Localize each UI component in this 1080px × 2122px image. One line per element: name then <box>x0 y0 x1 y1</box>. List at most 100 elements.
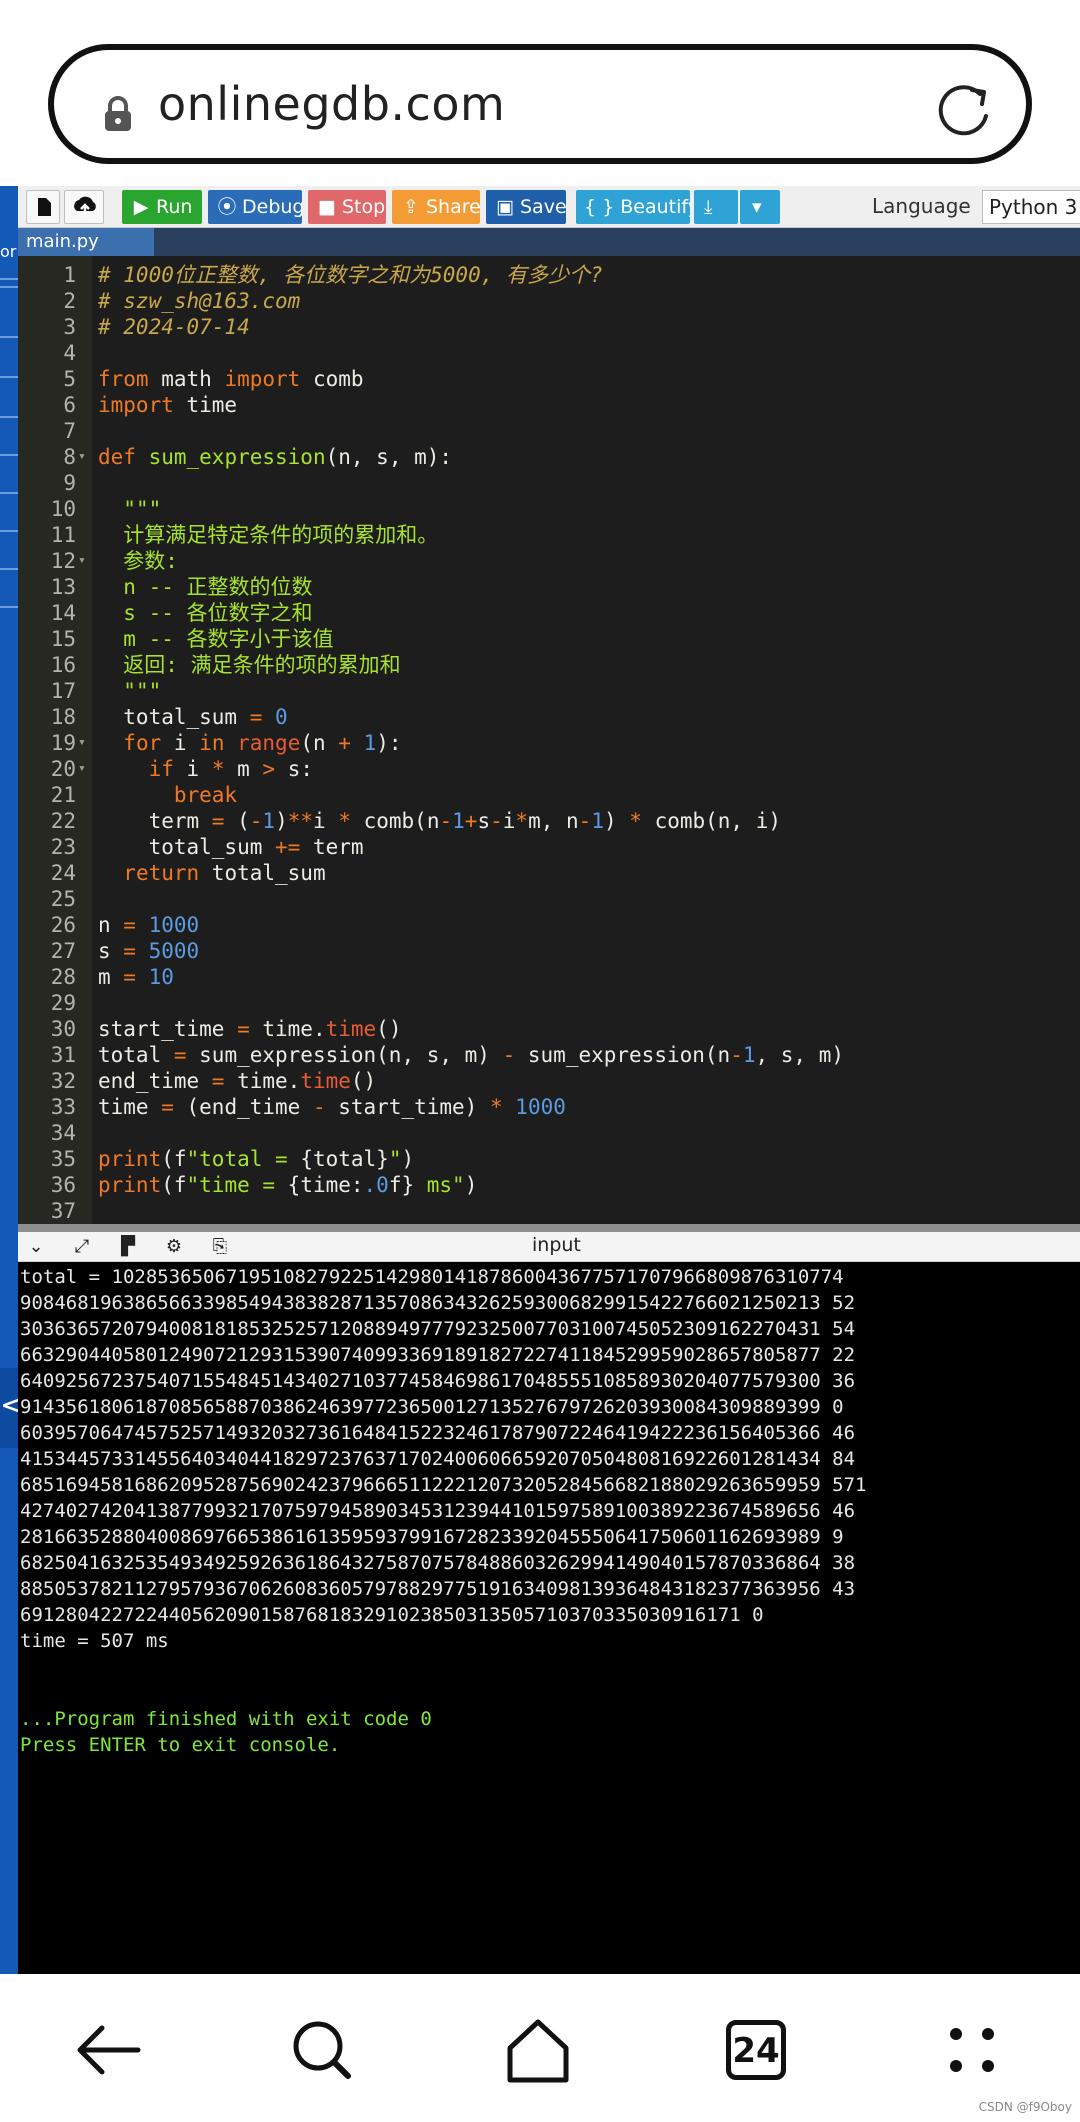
download-options-button[interactable]: ▾ <box>740 190 780 224</box>
fold-toggle-icon[interactable]: ▾ <box>78 756 90 782</box>
share-button[interactable]: ⇪ Share <box>392 190 480 224</box>
tab-main-py[interactable]: main.py <box>18 228 154 256</box>
code-token: s <box>477 809 491 833</box>
console-line: 6912804227224405620901587681832910238503… <box>20 1604 764 1626</box>
sidebar-divider <box>0 336 18 338</box>
line-number: 32 <box>50 1069 76 1093</box>
line-number: 7 <box>63 419 76 443</box>
copy-icon[interactable]: ⎘ <box>208 1235 232 1259</box>
code-line[interactable]: 36 print(f"time = {time:.0f} ms") <box>18 1172 1080 1198</box>
code-line[interactable]: 17 """ <box>18 678 1080 704</box>
stop-button[interactable]: ■ Stop <box>308 190 386 224</box>
reload-icon[interactable] <box>930 76 996 142</box>
pane-splitter[interactable] <box>18 1224 1080 1232</box>
gear-icon[interactable]: ⚙ <box>162 1235 186 1259</box>
console-line: 4274027420413877993217075979458903453123… <box>20 1500 856 1522</box>
debug-button[interactable]: ⦿ Debug <box>208 190 302 224</box>
code-line[interactable]: 22 term = (-1)**i * comb(n-1+s-i*m, n-1)… <box>18 808 1080 834</box>
code-token: {time: <box>287 1173 364 1197</box>
line-number: 12 <box>50 549 76 573</box>
sidebar-divider <box>0 606 18 608</box>
expand-icon[interactable]: ⤢ <box>70 1235 94 1259</box>
code-line[interactable]: 34 <box>18 1120 1080 1146</box>
code-line[interactable]: 7 <box>18 418 1080 444</box>
address-bar[interactable]: onlinegdb.com <box>48 44 1032 164</box>
code-line[interactable]: 32 end_time = time.time() <box>18 1068 1080 1094</box>
line-number: 10 <box>50 497 76 521</box>
fold-toggle-icon[interactable]: ▾ <box>78 444 90 470</box>
code-text: n -- 正整数的位数 <box>98 574 312 600</box>
code-line[interactable]: 8 ▾ def sum_expression(n, s, m): <box>18 444 1080 470</box>
code-token: time. <box>224 1069 301 1093</box>
code-line[interactable]: 35 print(f"total = {total}") <box>18 1146 1080 1172</box>
fold-toggle-icon[interactable]: ▾ <box>78 730 90 756</box>
code-token: i <box>161 731 200 755</box>
back-arrow-icon[interactable] <box>68 2010 148 2090</box>
code-line[interactable]: 5 from math import comb <box>18 366 1080 392</box>
menu-dots-icon[interactable] <box>932 2010 1012 2090</box>
code-line[interactable]: 28 m = 10 <box>18 964 1080 990</box>
download-button[interactable]: ⤓ <box>694 190 738 224</box>
code-line[interactable]: 1 # 1000位正整数, 各位数字之和为5000, 有多少个? <box>18 262 1080 288</box>
code-line[interactable]: 6 import time <box>18 392 1080 418</box>
code-token: sum_expression <box>148 445 326 469</box>
url-text[interactable]: onlinegdb.com <box>158 74 505 134</box>
code-line[interactable]: 15 m -- 各数字小于该值 <box>18 626 1080 652</box>
fold-toggle-icon[interactable]: ▾ <box>78 548 90 574</box>
code-text: term = (-1)**i * comb(n-1+s-i*m, n-1) * … <box>98 808 781 834</box>
code-line[interactable]: 19 ▾ for i in range(n + 1): <box>18 730 1080 756</box>
console-line: total = 10285365067195108279225142980141… <box>20 1266 844 1288</box>
code-text: def sum_expression(n, s, m): <box>98 444 452 470</box>
code-line[interactable]: 10 """ <box>18 496 1080 522</box>
code-line[interactable]: 3 # 2024-07-14 <box>18 314 1080 340</box>
upload-button[interactable] <box>64 190 104 224</box>
home-icon[interactable] <box>498 2010 578 2090</box>
run-button[interactable]: ▶ Run <box>122 190 202 224</box>
code-line[interactable]: 18 total_sum = 0 <box>18 704 1080 730</box>
code-token: (n, s, m): <box>325 445 453 469</box>
code-line[interactable]: 9 <box>18 470 1080 496</box>
code-line[interactable]: 16 返回: 满足条件的项的累加和 <box>18 652 1080 678</box>
code-line[interactable]: 14 s -- 各位数字之和 <box>18 600 1080 626</box>
code-token: total_sum <box>199 861 326 885</box>
sidebar-collapse-tab[interactable]: < <box>0 1368 25 1448</box>
code-line[interactable]: 26 n = 1000 <box>18 912 1080 938</box>
code-editor[interactable]: 1 # 1000位正整数, 各位数字之和为5000, 有多少个? 2 # szw_sh… <box>18 256 1080 1224</box>
chevron-down-icon[interactable]: ⌄ <box>24 1235 48 1259</box>
code-line[interactable]: 24 return total_sum <box>18 860 1080 886</box>
code-text: from math import comb <box>98 366 364 392</box>
code-line[interactable]: 13 n -- 正整数的位数 <box>18 574 1080 600</box>
console-output[interactable]: total = 10285365067195108279225142980141… <box>18 1262 1080 1974</box>
console-line: 9084681963865663398549438382871357086343… <box>20 1292 856 1314</box>
code-line[interactable]: 20 ▾ if i * m > s: <box>18 756 1080 782</box>
code-token: 5000 <box>148 939 200 963</box>
new-file-button[interactable] <box>26 190 60 224</box>
code-line[interactable]: 11 计算满足特定条件的项的累加和。 <box>18 522 1080 548</box>
share-label: Share <box>426 196 480 218</box>
search-icon[interactable] <box>282 2010 362 2090</box>
console-line: 4153445733145564034044182972376371702400… <box>20 1448 856 1470</box>
code-line[interactable]: 21 break <box>18 782 1080 808</box>
code-line[interactable]: 27 s = 5000 <box>18 938 1080 964</box>
code-line[interactable]: 30 start_time = time.time() <box>18 1016 1080 1042</box>
code-token: 1 <box>262 809 276 833</box>
code-line[interactable]: 37 <box>18 1198 1080 1224</box>
code-line[interactable]: 33 time = (end_time - start_time) * 1000 <box>18 1094 1080 1120</box>
layout-icon[interactable]: ▛ <box>116 1235 140 1259</box>
code-line[interactable]: 25 <box>18 886 1080 912</box>
code-line[interactable]: 2 # szw_sh@163.com <box>18 288 1080 314</box>
language-select[interactable]: Python 3 ⌄ <box>982 190 1080 224</box>
code-line[interactable]: 4 <box>18 340 1080 366</box>
code-token: ** <box>287 809 314 833</box>
code-token: start_time <box>98 1017 238 1041</box>
beautify-button[interactable]: { } Beautify <box>576 190 690 224</box>
code-line[interactable]: 23 total_sum += term <box>18 834 1080 860</box>
code-line[interactable]: 29 <box>18 990 1080 1016</box>
code-line[interactable]: 31 total = sum_expression(n, s, m) - sum_… <box>18 1042 1080 1068</box>
tabs-button[interactable]: 24 <box>716 2010 796 2090</box>
code-line[interactable]: 12 ▾ 参数: <box>18 548 1080 574</box>
save-button[interactable]: ▣ Save <box>486 190 566 224</box>
input-tab-label[interactable]: input <box>532 1234 581 1256</box>
line-number: 37 <box>50 1199 76 1223</box>
